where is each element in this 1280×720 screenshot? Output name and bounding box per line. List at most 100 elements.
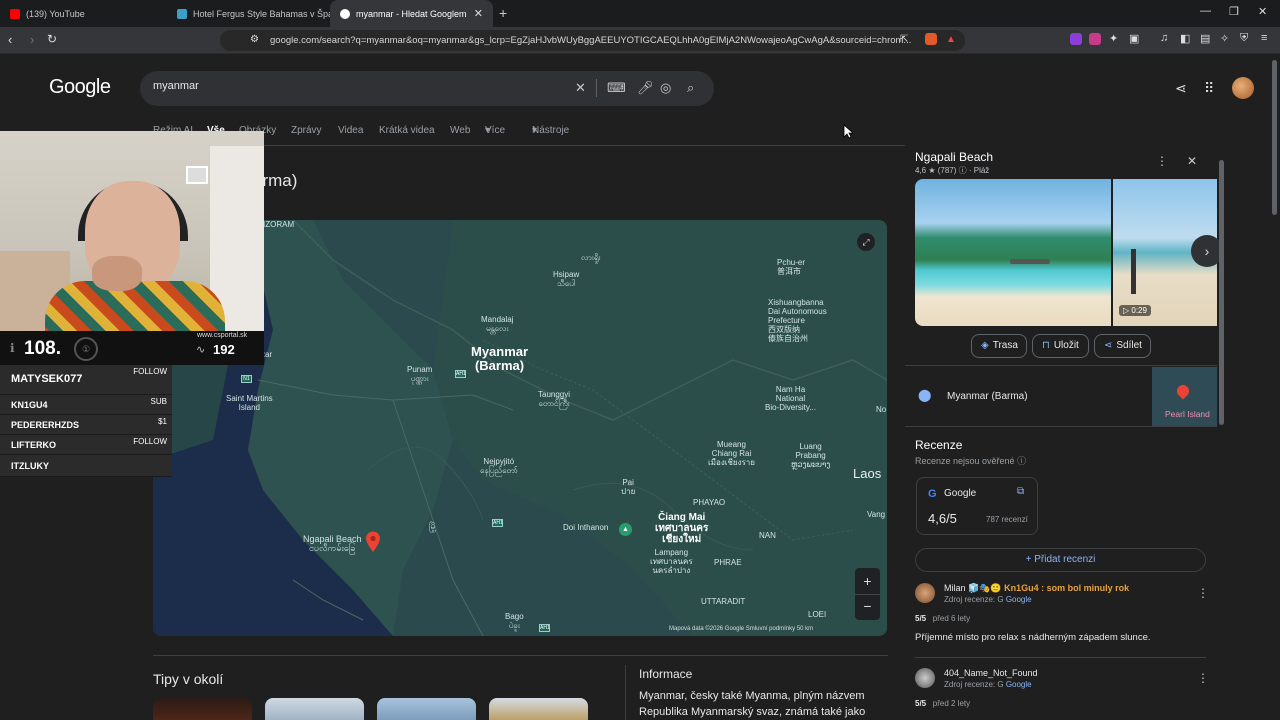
filter-more[interactable]: Více ▾ [485,125,505,136]
share-icon[interactable]: ⋖ [1175,80,1187,97]
tab-google[interactable]: myanmar - Hledat Googlem ✕ [330,0,493,27]
tab-hotel[interactable]: Hotel Fergus Style Bahamas v Španěl [167,0,330,27]
search-icon[interactable]: ⌕ [687,80,694,96]
open-external-icon[interactable]: ⧉ [1017,486,1024,497]
extensions-icon[interactable]: ✦ [1109,32,1118,45]
review-author[interactable]: 404_Name_Not_Found [944,668,1038,678]
page-scroll-thumb[interactable] [1272,60,1277,215]
menu-icon[interactable]: ≡ [1261,32,1267,44]
share-label: Sdílet [1116,340,1142,351]
rewards-icon[interactable]: ▲ [946,34,956,45]
reload-icon[interactable]: ↻ [47,32,57,46]
review-menu-icon[interactable]: ⋮ [1197,671,1209,685]
zoom-out-icon[interactable]: − [855,594,880,620]
tab-youtube[interactable]: (139) YouTube [0,0,167,27]
tip-card[interactable] [265,698,364,720]
filter-videos[interactable]: Videa [338,125,363,136]
save-button[interactable]: ⊓ Uložit [1032,334,1089,358]
location-row[interactable]: ⬤ Myanmar (Barma) Pearl Island [905,365,1217,427]
more-options-icon[interactable]: ⋮ [1156,154,1168,168]
filter-tools[interactable]: Nástroje ▾ [532,125,569,136]
filter-news[interactable]: Zprávy [291,125,322,136]
avatar[interactable] [915,668,935,688]
ngapali-pin[interactable] [365,531,381,553]
leaderboard-name: PEDERERHZDS [11,420,80,430]
close-window-icon[interactable]: ✕ [1258,5,1267,18]
search-input[interactable] [153,80,553,92]
review-menu-icon[interactable]: ⋮ [1197,586,1209,600]
leaderboard-row: PEDERERHZDS $1 [0,415,172,435]
site-info-icon[interactable]: ⚙ [250,34,259,45]
extension-1-icon[interactable] [1070,33,1082,45]
review-score: 5/5 [915,614,927,623]
page-scrollbar[interactable] [1270,54,1280,720]
tip-card[interactable] [489,698,588,720]
place-photo[interactable] [915,179,1111,326]
filter-web[interactable]: Web [450,125,470,136]
tab-title: (139) YouTube [26,8,85,19]
google-rating-card[interactable]: G Google ⧉ 4,6/5 787 recenzí [916,477,1038,535]
rank-value: 108. [24,338,61,359]
avatar[interactable] [1232,77,1254,99]
filter-more-label: Více [485,125,506,136]
label-naypyidaw: Nejpyjitó နေပြည်တော် [480,457,518,475]
review-source: Zdroj recenze: G Google [944,680,1032,689]
close-panel-icon[interactable]: ✕ [1187,154,1197,168]
vpn-icon[interactable]: ⛨ [1240,32,1248,45]
label-no: No [876,405,887,414]
panel-scrollbar[interactable] [1218,145,1226,720]
restore-icon[interactable]: ❐ [1229,5,1239,18]
review-source-name: Google [1005,595,1032,604]
ai-icon[interactable]: ✧ [1220,32,1229,45]
label-mandalaj: Mandalaj မန္တလေး [481,315,514,333]
leaderboard-name: LIFTERKO [11,440,56,450]
review-author[interactable]: Milan 🧊🎭🙂 Kn1Gu4 : som bol minuly rok [944,583,1129,594]
label-saint-martins: Saint Martins Island [226,394,273,412]
hotel-site-icon [177,8,187,19]
share-button[interactable]: ⋖ Sdílet [1094,334,1151,358]
brave-shield-icon[interactable] [925,33,937,45]
close-tab-icon[interactable]: ✕ [474,7,483,20]
screenshot-icon[interactable]: ▣ [1129,32,1139,45]
player-icon: ℹ [10,341,15,355]
zoom-in-icon[interactable]: + [855,568,880,594]
avatar[interactable] [915,583,935,603]
minimize-icon[interactable]: — [1200,5,1211,17]
save-label: Uložit [1053,340,1079,351]
label-nam-ha: Nam Ha National Bio-Diversity... [765,385,816,412]
park-icon[interactable]: ▲ [619,523,632,536]
music-icon[interactable]: ♫ [1160,32,1168,44]
address-bar[interactable]: google.com/search?q=myanmar&oq=myanmar&g… [220,30,965,51]
rating-source: Google [944,488,977,499]
forward-icon[interactable]: › [30,32,34,47]
mic-icon[interactable]: 🎤︎ [637,80,654,96]
chat-comment: Kn1Gu4 : som bol minuly rok [1004,583,1130,593]
panel-scroll-thumb[interactable] [1219,160,1224,425]
keyboard-icon[interactable]: ⌨ [607,80,626,96]
minimap[interactable]: Pearl Island [1152,367,1217,426]
clear-icon[interactable]: ✕ [575,80,586,96]
share-url-icon[interactable]: ⇱ [900,34,908,45]
add-review-button[interactable]: + Přidat recenzi [915,548,1206,572]
tip-card[interactable] [377,698,476,720]
lens-icon[interactable]: ◎ [660,80,671,96]
filter-short-videos[interactable]: Krátká videa [379,125,435,136]
label-doi-inthanon: Doi Inthanon [563,523,609,532]
directions-button[interactable]: ◈ Trasa [971,334,1027,358]
back-icon[interactable]: ‹ [8,32,12,47]
leaderboard-row: KN1GU4 SUB [0,395,172,415]
label-vang: Vang [867,510,886,519]
webcam-overlay [0,131,264,331]
minimap-label: Pearl Island [1165,409,1210,419]
reviews-note: Recenze nejsou ověřené ⓘ [915,456,1027,466]
google-logo[interactable]: Google [49,76,111,99]
new-tab-icon[interactable]: + [499,5,507,21]
tip-card[interactable] [153,698,252,720]
search-box[interactable]: ✕ ⌨ 🎤︎ ◎ ⌕ [140,71,714,106]
wallet-icon[interactable]: ▤ [1200,32,1210,45]
apps-icon[interactable]: ⠿ [1204,80,1214,97]
cam-shirt [45,281,225,331]
extension-2-icon[interactable] [1089,33,1101,45]
sidebar-icon[interactable]: ◧ [1180,32,1190,45]
expand-map-icon[interactable]: ⤢ [857,233,875,251]
